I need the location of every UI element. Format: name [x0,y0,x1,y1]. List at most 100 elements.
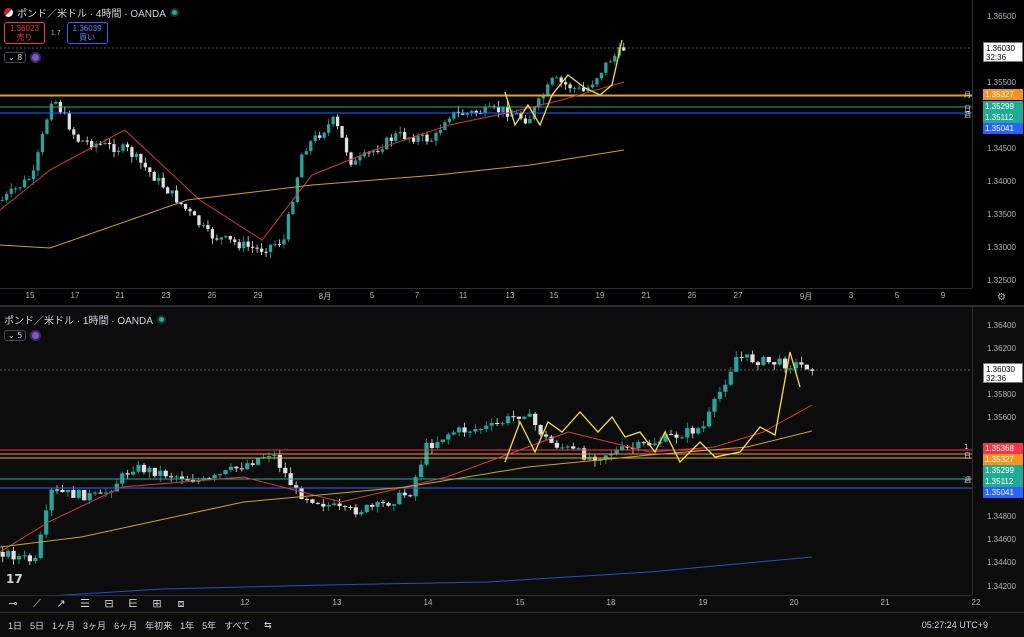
candle-body [9,188,13,194]
range-button[interactable]: 年初来 [145,619,172,632]
price-chart-4h[interactable] [0,0,972,288]
candle-body [201,225,206,227]
candle-body [158,470,163,476]
date-tick-label: 29 [253,291,263,300]
candle-body [576,448,581,450]
candle-body [169,476,174,478]
price-chart-1h[interactable] [0,307,972,595]
candle-body [197,215,201,226]
candle-body [120,473,125,484]
candle-body [550,77,554,85]
gann-icon[interactable]: ⊞ [148,597,166,611]
candle-body [451,432,456,435]
candle-body [397,492,402,505]
date-range-icon[interactable]: ⇆ [264,620,272,631]
level-label: 週 [964,476,971,484]
range-button[interactable]: 1年 [180,619,194,632]
chart-panel-4h[interactable]: ポンド／米ドル · 4時間 · OANDA 1.36023 売り 1.7 1.3… [0,0,1024,305]
level-label: 月 [964,91,971,99]
price-axis-4h[interactable]: 1.365001.360001.355001.350001.345001.340… [972,0,1024,288]
date-tick-label: 21 [115,291,125,300]
indicator-toggle[interactable]: ⌄ 8 [4,52,42,63]
chart-panel-1h[interactable]: ポンド／米ドル · 1時間 · OANDA ⌄ 5 1.36400 1.36200… [0,307,1024,612]
candle-body [148,167,152,173]
candle-body [0,552,5,557]
sell-button[interactable]: 1.36023 売り [4,22,45,44]
candle-body [744,354,750,358]
fib-icon[interactable]: ☰ [76,597,94,611]
candle-body [500,423,505,425]
candle-body [272,454,277,457]
candle-body [5,193,9,200]
chevron-down-icon[interactable]: ⌄ 5 [4,330,27,341]
indicator-icon[interactable] [30,330,42,341]
candle-body [286,214,291,240]
candle-body [152,172,156,181]
range-button[interactable]: 5年 [202,619,216,632]
candle-body [27,555,32,562]
candle-body [359,512,364,515]
level-price-tag: 1.35041 [983,123,1023,134]
channel-icon[interactable]: ⊟ [100,597,118,611]
range-button[interactable]: すべて [224,619,250,632]
trend-line-icon[interactable]: ⟋ [28,597,46,611]
range-button[interactable]: 6ヶ月 [114,619,137,632]
candle-body [192,211,197,216]
level-label: 週 [964,111,971,119]
candle-body [511,416,516,418]
candle-body [799,362,804,365]
indicator-toggle[interactable]: ⌄ 5 [4,330,42,341]
candle-body [546,84,550,97]
candle-body [335,116,340,127]
range-button[interactable]: 3ヶ月 [83,619,106,632]
candle-body [403,132,407,139]
candle-body [71,490,76,498]
zigzag-line [504,39,623,127]
time-axis-4h[interactable]: 15 17 21 23 25 29 8月 5 7 11 13 15 19 21 25 27 9月 3 5 9 [0,288,972,305]
indicator-icon[interactable] [30,52,42,63]
bar-countdown: 32:36 [986,53,1007,62]
candle-body [85,140,89,142]
candle-body [358,156,362,161]
range-button[interactable]: 1日 [8,619,22,632]
price-tick-label: 1.36400 [987,321,1016,330]
candle-body [446,434,451,440]
level-price-tag: 1.35299 [983,101,1023,112]
candle-body [484,425,489,429]
candle-body [668,433,674,435]
ray-icon[interactable]: ↗ [52,597,70,611]
plot-area-4h[interactable] [0,0,972,288]
zigzag-line [504,351,801,464]
range-button[interactable]: 1ヶ月 [52,619,75,632]
candle-body [416,136,420,142]
candle-body [259,248,264,252]
candle-body [318,135,322,138]
pitchfork-icon[interactable]: ⋿ [124,597,142,611]
gear-icon[interactable]: ⚙ [997,292,1006,303]
chevron-down-icon[interactable]: ⌄ 8 [4,52,27,63]
candle-body [706,411,712,427]
candle-body [266,456,272,458]
price-tick-label: 1.33000 [987,243,1016,252]
candle-body [82,489,87,501]
rectangle-icon[interactable]: ⧈ [172,597,190,611]
price-tick-label: 1.35600 [987,413,1016,422]
price-tick-label: 1.34000 [987,177,1016,186]
date-tick-label: 15 [549,291,559,300]
candle-body [331,116,335,125]
range-button[interactable]: 5日 [30,619,44,632]
buy-button[interactable]: 1.36039 買い [66,22,108,44]
horizontal-line-icon[interactable]: ⊸ [4,597,22,611]
clock[interactable]: 05:27:24 UTC+9 [922,620,988,630]
tradingview-logo[interactable]: 17 [6,572,23,586]
price-axis-1h[interactable]: 1.36400 1.36200 1.35800 1.35600 1.34800 1.346… [972,307,1024,595]
candle-body [60,489,65,493]
date-tick-label: 21 [641,291,651,300]
candle-body [136,464,141,472]
candle-body [375,502,380,507]
plot-area-1h[interactable] [0,307,972,595]
candle-body [326,505,331,507]
candle-body [223,470,228,475]
candle-body [166,187,170,194]
candle-body [391,504,397,506]
